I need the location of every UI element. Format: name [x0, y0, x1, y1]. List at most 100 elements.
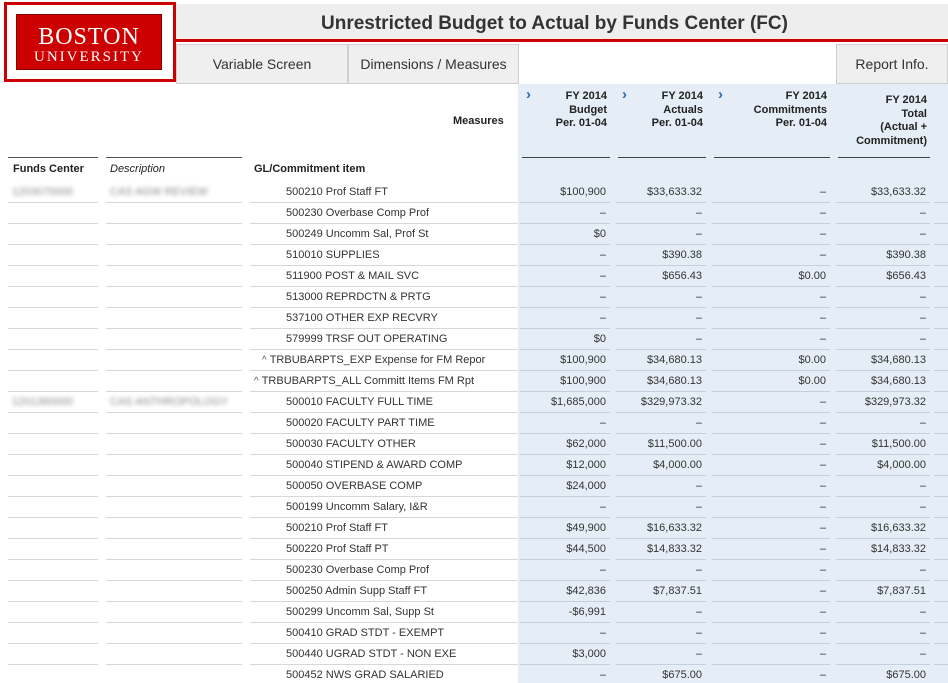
- value-cell-measure-4[interactable]: $390.38: [836, 245, 930, 266]
- value-cell-measure-2[interactable]: $16,633.32: [616, 518, 706, 539]
- table-row[interactable]: 500452 NWS GRAD SALARIED – $675.00– $675.00: [0, 665, 948, 683]
- gl-item-cell[interactable]: 579999 TRSF OUT OPERATING: [250, 329, 518, 350]
- table-row[interactable]: 1201360000 CAS ANTHROPOLOGY 500010 FACULTY…: [0, 392, 948, 413]
- value-cell-measure-4[interactable]: $656.43: [836, 266, 930, 287]
- value-cell-measure-4[interactable]: $329,973.32: [836, 392, 930, 413]
- funds-center-cell[interactable]: [8, 350, 98, 371]
- table-row[interactable]: 500299 Uncomm Sal, Supp St -$6,991– – –: [0, 602, 948, 623]
- value-cell-measure-4[interactable]: –: [836, 476, 930, 497]
- value-cell-measure-3[interactable]: $0.00: [712, 371, 830, 392]
- description-cell[interactable]: [106, 287, 242, 308]
- funds-center-cell[interactable]: [8, 665, 98, 683]
- description-cell[interactable]: [106, 623, 242, 644]
- value-cell-measure-2[interactable]: –: [616, 644, 706, 665]
- value-cell-measure-1[interactable]: $3,000: [520, 644, 610, 665]
- value-cell-measure-1[interactable]: –: [520, 287, 610, 308]
- value-cell-measure-1[interactable]: –: [520, 203, 610, 224]
- description-cell[interactable]: [106, 476, 242, 497]
- measure-header-2[interactable]: › FY 2014 Actuals Per. 01-04: [618, 87, 706, 158]
- value-cell-measure-3[interactable]: –: [712, 308, 830, 329]
- value-cell-measure-2[interactable]: –: [616, 329, 706, 350]
- value-cell-measure-4[interactable]: –: [836, 413, 930, 434]
- value-cell-measure-1[interactable]: $24,000: [520, 476, 610, 497]
- description-cell[interactable]: [106, 644, 242, 665]
- table-row[interactable]: 500220 Prof Staff PT $44,500 $14,833.32– $1…: [0, 539, 948, 560]
- value-cell-measure-2[interactable]: $11,500.00: [616, 434, 706, 455]
- funds-center-cell[interactable]: [8, 413, 98, 434]
- gl-item-cell[interactable]: 500249 Uncomm Sal, Prof St: [250, 224, 518, 245]
- value-cell-measure-3[interactable]: –: [712, 623, 830, 644]
- gl-item-cell[interactable]: 511900 POST & MAIL SVC: [250, 266, 518, 287]
- gl-item-cell[interactable]: 513000 REPRDCTN & PRTG: [250, 287, 518, 308]
- value-cell-measure-1[interactable]: $1,685,000: [520, 392, 610, 413]
- funds-center-cell[interactable]: [8, 203, 98, 224]
- value-cell-measure-3[interactable]: –: [712, 434, 830, 455]
- description-cell[interactable]: [106, 497, 242, 518]
- value-cell-measure-2[interactable]: $34,680.13: [616, 371, 706, 392]
- value-cell-measure-4[interactable]: –: [836, 623, 930, 644]
- value-cell-measure-3[interactable]: –: [712, 203, 830, 224]
- description-cell[interactable]: [106, 581, 242, 602]
- value-cell-measure-4[interactable]: $4,000.00: [836, 455, 930, 476]
- table-row[interactable]: 537100 OTHER EXP RECVRY – – – –: [0, 308, 948, 329]
- value-cell-measure-2[interactable]: $34,680.13: [616, 350, 706, 371]
- value-cell-measure-2[interactable]: –: [616, 623, 706, 644]
- value-cell-measure-1[interactable]: -$6,991: [520, 602, 610, 623]
- value-cell-measure-2[interactable]: –: [616, 413, 706, 434]
- table-row[interactable]: 511900 POST & MAIL SVC – $656.43 $0.00 $656.…: [0, 266, 948, 287]
- value-cell-measure-4[interactable]: –: [836, 602, 930, 623]
- funds-center-cell[interactable]: [8, 329, 98, 350]
- funds-center-cell[interactable]: [8, 224, 98, 245]
- value-cell-measure-4[interactable]: $14,833.32: [836, 539, 930, 560]
- value-cell-measure-1[interactable]: –: [520, 266, 610, 287]
- value-cell-measure-1[interactable]: –: [520, 308, 610, 329]
- description-cell[interactable]: [106, 434, 242, 455]
- description-cell[interactable]: [106, 266, 242, 287]
- value-cell-measure-4[interactable]: $34,680.13: [836, 350, 930, 371]
- column-header-description[interactable]: Description: [110, 163, 165, 175]
- value-cell-measure-2[interactable]: $656.43: [616, 266, 706, 287]
- table-row[interactable]: 500020 FACULTY PART TIME – – – –: [0, 413, 948, 434]
- value-cell-measure-3[interactable]: –: [712, 518, 830, 539]
- value-cell-measure-1[interactable]: $44,500: [520, 539, 610, 560]
- value-cell-measure-2[interactable]: $33,633.32: [616, 182, 706, 203]
- value-cell-measure-1[interactable]: –: [520, 623, 610, 644]
- value-cell-measure-3[interactable]: –: [712, 497, 830, 518]
- description-cell[interactable]: CAS ANTHROPOLOGY: [106, 392, 242, 413]
- table-row[interactable]: 500250 Admin Supp Staff FT $42,836 $7,837.…: [0, 581, 948, 602]
- funds-center-cell[interactable]: [8, 371, 98, 392]
- value-cell-measure-2[interactable]: –: [616, 224, 706, 245]
- description-cell[interactable]: [106, 602, 242, 623]
- gl-item-cell[interactable]: 500199 Uncomm Salary, I&R: [250, 497, 518, 518]
- value-cell-measure-4[interactable]: $11,500.00: [836, 434, 930, 455]
- description-cell[interactable]: [106, 308, 242, 329]
- value-cell-measure-4[interactable]: –: [836, 308, 930, 329]
- value-cell-measure-4[interactable]: –: [836, 497, 930, 518]
- table-row[interactable]: 500050 OVERBASE COMP $24,000– – –: [0, 476, 948, 497]
- chevron-right-icon[interactable]: ›: [718, 87, 732, 102]
- description-cell[interactable]: [106, 518, 242, 539]
- gl-item-cell[interactable]: ^ TRBUBARPTS_EXP Expense for FM Repor: [250, 350, 518, 371]
- value-cell-measure-3[interactable]: –: [712, 182, 830, 203]
- funds-center-cell[interactable]: [8, 539, 98, 560]
- funds-center-cell[interactable]: [8, 308, 98, 329]
- value-cell-measure-2[interactable]: $7,837.51: [616, 581, 706, 602]
- gl-item-cell[interactable]: 500050 OVERBASE COMP: [250, 476, 518, 497]
- value-cell-measure-1[interactable]: $100,900: [520, 350, 610, 371]
- value-cell-measure-1[interactable]: $62,000: [520, 434, 610, 455]
- gl-item-cell[interactable]: 500299 Uncomm Sal, Supp St: [250, 602, 518, 623]
- value-cell-measure-3[interactable]: –: [712, 476, 830, 497]
- gl-item-cell[interactable]: 500210 Prof Staff FT: [250, 518, 518, 539]
- gl-item-cell[interactable]: 500250 Admin Supp Staff FT: [250, 581, 518, 602]
- funds-center-cell[interactable]: [8, 266, 98, 287]
- table-row[interactable]: 500249 Uncomm Sal, Prof St $0– – –: [0, 224, 948, 245]
- value-cell-measure-2[interactable]: –: [616, 560, 706, 581]
- description-cell[interactable]: [106, 329, 242, 350]
- gl-item-cell[interactable]: 500210 Prof Staff FT: [250, 182, 518, 203]
- collapse-caret-icon[interactable]: ^: [262, 355, 267, 366]
- value-cell-measure-1[interactable]: –: [520, 245, 610, 266]
- measure-header-3[interactable]: › FY 2014 Commitments Per. 01-04: [714, 87, 830, 158]
- value-cell-measure-1[interactable]: –: [520, 413, 610, 434]
- value-cell-measure-1[interactable]: –: [520, 497, 610, 518]
- value-cell-measure-2[interactable]: $390.38: [616, 245, 706, 266]
